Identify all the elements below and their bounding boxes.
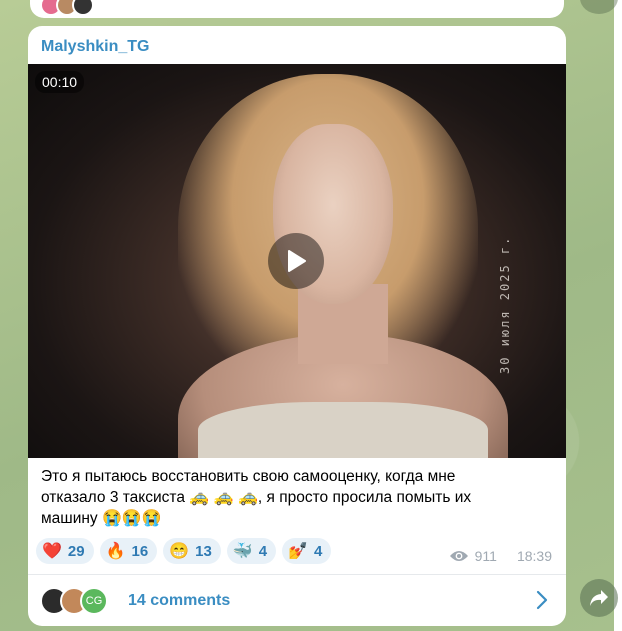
chevron-right-icon: [536, 590, 548, 610]
channel-name[interactable]: Malyshkin_TG: [41, 38, 149, 56]
reaction-grin[interactable]: 😁 13: [163, 538, 221, 564]
video-duration: 00:10: [35, 71, 85, 93]
heart-icon: ❤️: [42, 543, 62, 560]
avatar: CG: [80, 586, 108, 615]
view-count: 911: [474, 548, 497, 564]
reaction-whale[interactable]: 🐳 4: [226, 538, 277, 564]
reaction-count: 4: [314, 542, 323, 560]
caption-text: машину: [41, 510, 98, 527]
reaction-fire[interactable]: 🔥 16: [99, 538, 158, 564]
caption-line-1: Это я пытаюсь восстановить свою самооцен…: [41, 468, 456, 485]
play-button[interactable]: [268, 233, 324, 289]
post-caption: Это я пытаюсь восстановить свою самооцен…: [41, 466, 541, 529]
reactions-bar: ❤️ 29 🔥 16 😁 13 🐳 4 💅 4: [36, 538, 332, 564]
crying-emoji: 😭😭😭: [102, 510, 162, 527]
eye-icon: [449, 551, 468, 561]
reaction-count: 16: [131, 542, 149, 560]
commenter-avatars: CG: [40, 586, 108, 615]
scrollbar-track[interactable]: [614, 0, 622, 631]
whale-icon: 🐳: [232, 543, 253, 560]
reaction-nail-polish[interactable]: 💅 4: [282, 538, 332, 564]
share-arrow-icon: [590, 590, 608, 606]
nail-polish-icon: 💅: [288, 543, 309, 560]
grin-icon: 😁: [169, 543, 190, 560]
caption-text: отказало 3 таксиста: [41, 489, 185, 506]
taxi-emoji: 🚕 🚕 🚕: [189, 489, 258, 506]
fire-icon: 🔥: [105, 543, 126, 560]
reaction-heart[interactable]: ❤️ 29: [36, 538, 94, 564]
caption-text: , я просто просила помыть их: [257, 489, 472, 506]
video-date-stamp: 30 июля 2025 г.: [498, 235, 512, 374]
post-meta: 911 18:39: [449, 548, 552, 564]
channel-post: Malyshkin_TG 30 июля 2025 г. 00:10 Это я…: [28, 26, 566, 626]
previous-comment-avatars: [40, 0, 94, 16]
share-button[interactable]: [580, 579, 618, 617]
video-player[interactable]: 30 июля 2025 г. 00:10: [28, 64, 566, 458]
avatar: [72, 0, 94, 16]
comments-label: 14 comments: [128, 591, 231, 609]
reaction-count: 4: [258, 542, 268, 560]
reaction-count: 13: [195, 542, 212, 560]
reaction-count: 29: [67, 542, 85, 560]
play-icon: [288, 250, 306, 272]
post-time: 18:39: [516, 548, 552, 564]
video-frame-top: [198, 402, 488, 458]
comments-button[interactable]: CG 14 comments: [28, 575, 566, 626]
previous-message: [30, 0, 564, 18]
